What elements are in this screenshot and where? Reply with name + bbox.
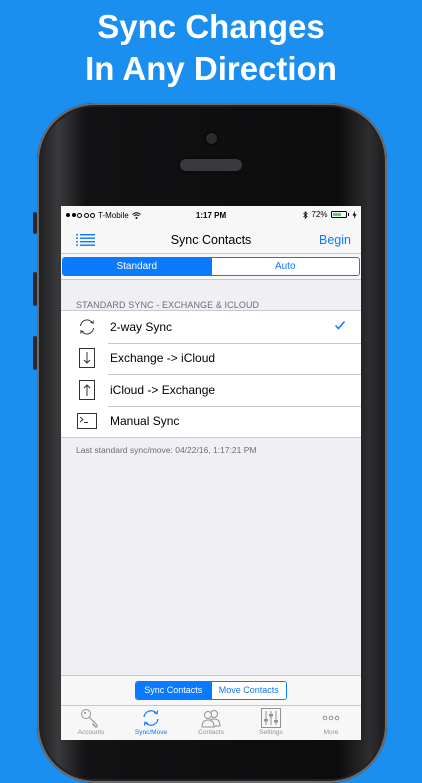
tab-settings[interactable]: Settings (241, 706, 301, 740)
sync-options-list: 2-way Sync Exchange -> iCloud iCloud -> … (61, 310, 361, 438)
volume-up-button (33, 272, 37, 306)
earpiece-speaker (180, 159, 242, 171)
row-exchange-to-icloud[interactable]: Exchange -> iCloud (61, 342, 361, 375)
more-dots-icon (322, 715, 340, 721)
marketing-headline: Sync Changes In Any Direction (0, 6, 422, 90)
segment-standard[interactable]: Standard (63, 258, 211, 275)
terminal-icon (77, 413, 97, 430)
begin-button[interactable]: Begin (319, 233, 351, 247)
battery-icon (330, 211, 347, 218)
row-label: iCloud -> Exchange (110, 382, 216, 397)
tab-more[interactable]: More (301, 706, 361, 740)
sync-move-segmented-control: Sync Contacts Move Contacts (135, 681, 287, 700)
up-arrow-icon (79, 379, 95, 400)
section-header: STANDARD SYNC - EXCHANGE & ICLOUD (76, 300, 260, 310)
key-icon (81, 709, 98, 728)
tab-label: Sync/Move (134, 729, 168, 736)
down-arrow-icon (79, 348, 95, 369)
two-way-sync-icon (80, 319, 94, 335)
charging-bolt-icon (352, 210, 357, 219)
segment-sync-contacts[interactable]: Sync Contacts (136, 682, 211, 699)
tab-bar: Accounts Sync/Move Contacts Settings Mor… (61, 705, 361, 740)
sync-icon (143, 710, 159, 726)
segment-auto[interactable]: Auto (210, 258, 359, 275)
contacts-icon (201, 710, 221, 728)
segment-move-contacts[interactable]: Move Contacts (210, 682, 286, 699)
mute-switch (33, 212, 37, 234)
sliders-icon (261, 708, 281, 728)
row-icloud-to-exchange[interactable]: iCloud -> Exchange (61, 374, 361, 406)
front-camera (206, 133, 217, 144)
headline-line-1: Sync Changes (97, 8, 325, 45)
checkmark-icon (334, 321, 346, 330)
row-label: Manual Sync (110, 414, 180, 429)
last-sync-note: Last standard sync/move: 04/22/16, 1:17:… (76, 445, 257, 455)
tab-label: Contacts (198, 729, 224, 736)
navigation-bar: Sync Contacts Begin (61, 225, 361, 254)
tab-sync-move[interactable]: Sync/Move (121, 706, 181, 740)
headline-line-2: In Any Direction (85, 50, 337, 87)
tab-accounts[interactable]: Accounts (61, 706, 121, 740)
volume-down-button (33, 336, 37, 370)
page-title: Sync Contacts (170, 233, 252, 247)
row-two-way-sync[interactable]: 2-way Sync (61, 311, 361, 343)
bluetooth-icon (303, 210, 309, 219)
tab-label: More (323, 729, 339, 736)
battery-percent: 72% (311, 210, 328, 219)
row-label: 2-way Sync (110, 319, 173, 334)
tab-contacts[interactable]: Contacts (181, 706, 241, 740)
phone-screen: T-Mobile 1:17 PM 72% Sync Contacts Begin… (61, 206, 361, 740)
tab-label: Accounts (77, 729, 105, 736)
bottom-toolbar: Sync Contacts Move Contacts (61, 675, 361, 706)
row-manual-sync[interactable]: Manual Sync (61, 405, 361, 438)
tab-label: Settings (259, 729, 283, 736)
sync-mode-segmented-control: Standard Auto (62, 257, 360, 276)
row-label: Exchange -> iCloud (110, 351, 216, 366)
status-bar: T-Mobile 1:17 PM 72% (61, 206, 361, 225)
